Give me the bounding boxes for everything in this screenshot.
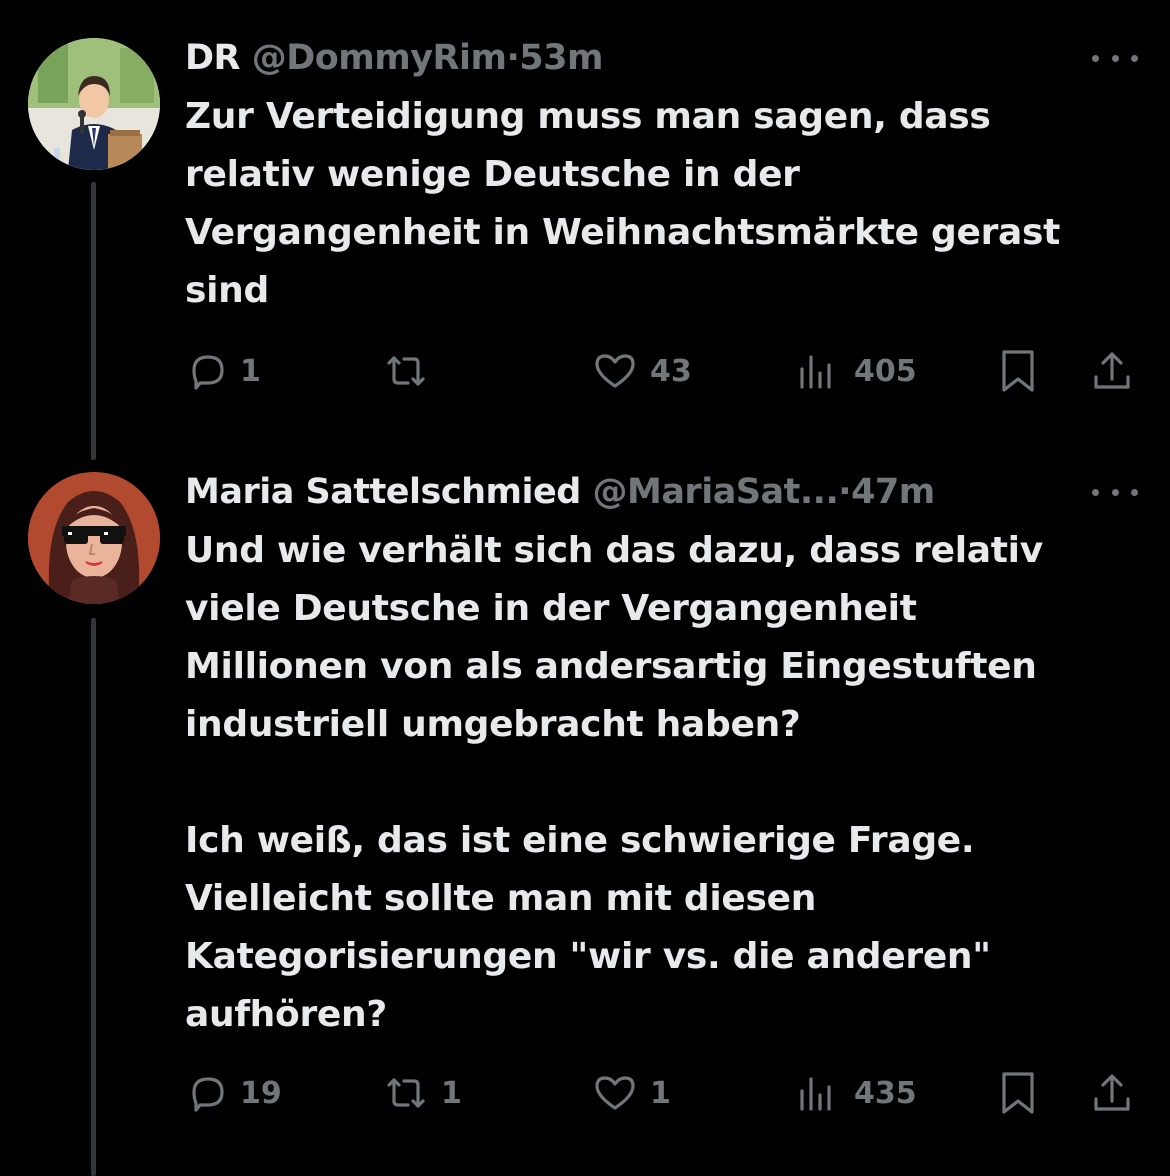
- display-name[interactable]: Maria Sattelschmied: [185, 472, 581, 512]
- avatar-woman-sunglasses-icon: [28, 472, 160, 604]
- tweet-2[interactable]: Maria Sattelschmied @MariaSat...·47m Und…: [0, 470, 1170, 1176]
- more-icon[interactable]: [1092, 48, 1138, 68]
- handle[interactable]: @DommyRim: [252, 38, 507, 78]
- tweet-header: Maria Sattelschmied @MariaSat...·47m: [185, 472, 935, 512]
- reply-icon: [192, 355, 224, 390]
- avatar[interactable]: [28, 472, 160, 604]
- avatar[interactable]: [28, 38, 160, 170]
- share-icon: [1094, 1074, 1130, 1111]
- reply-button[interactable]: 19: [188, 1068, 282, 1118]
- bookmark-icon: [1002, 1072, 1034, 1114]
- reply-button[interactable]: 1: [188, 346, 261, 396]
- like-count: 43: [650, 353, 692, 389]
- views-button[interactable]: 435: [796, 1068, 917, 1118]
- share-icon: [1094, 352, 1130, 389]
- views-icon: [800, 355, 831, 389]
- share-button[interactable]: [1090, 1068, 1134, 1118]
- tweet-1[interactable]: DR @DommyRim·53m Zur Verteidigung muss m…: [0, 0, 1170, 470]
- reply-count: 19: [240, 1075, 282, 1111]
- bookmark-icon: [1002, 350, 1034, 392]
- repost-icon: [387, 356, 425, 386]
- reply-count: 1: [240, 353, 261, 389]
- views-icon: [800, 1077, 831, 1111]
- separator-dot: ·: [506, 38, 520, 78]
- views-count: 405: [854, 353, 917, 389]
- tweet-text: Und wie verhält sich das dazu, dass rela…: [185, 530, 1043, 1035]
- avatar-man-suit-icon: [28, 38, 160, 170]
- bookmark-button[interactable]: [998, 346, 1038, 396]
- share-button[interactable]: [1090, 346, 1134, 396]
- bookmark-button[interactable]: [998, 1068, 1038, 1118]
- views-button[interactable]: 405: [796, 346, 917, 396]
- display-name[interactable]: DR: [185, 38, 241, 78]
- timestamp[interactable]: 47m: [851, 472, 935, 512]
- reply-icon: [192, 1077, 224, 1112]
- handle[interactable]: @MariaSat...: [592, 472, 838, 512]
- like-button[interactable]: 43: [592, 346, 692, 396]
- repost-button[interactable]: [383, 346, 441, 396]
- separator-dot: ·: [838, 472, 852, 512]
- repost-count: 1: [441, 1075, 462, 1111]
- like-icon: [595, 354, 635, 388]
- repost-icon: [387, 1078, 425, 1108]
- tweet-text: Zur Verteidigung muss man sagen, dass re…: [185, 96, 1061, 311]
- more-icon[interactable]: [1092, 482, 1138, 502]
- tweet-header: DR @DommyRim·53m: [185, 38, 603, 78]
- like-icon: [595, 1076, 635, 1110]
- repost-button[interactable]: 1: [383, 1068, 462, 1118]
- views-count: 435: [854, 1075, 917, 1111]
- action-bar: 19 1 1 435: [0, 1068, 1170, 1118]
- like-count: 1: [650, 1075, 671, 1111]
- timestamp[interactable]: 53m: [519, 38, 603, 78]
- action-bar: 1 43 405: [0, 346, 1170, 396]
- like-button[interactable]: 1: [592, 1068, 671, 1118]
- thread-line: [91, 182, 96, 460]
